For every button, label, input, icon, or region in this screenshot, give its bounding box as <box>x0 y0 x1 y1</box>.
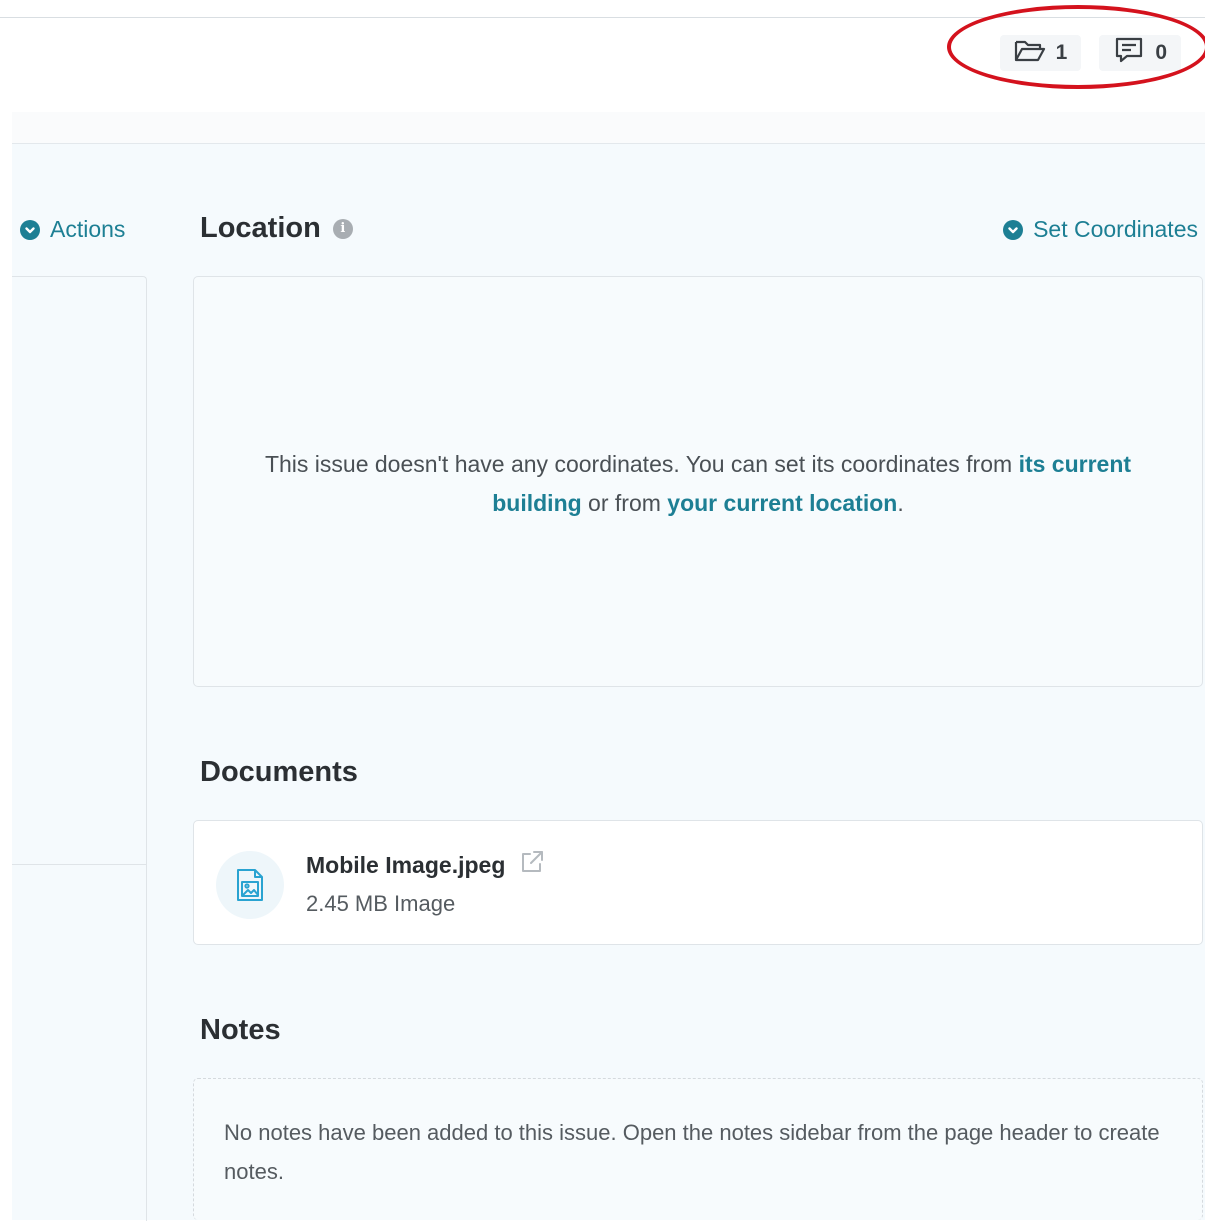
header-counters: 1 0 <box>999 35 1181 71</box>
set-coordinates-label: Set Coordinates <box>1033 216 1198 242</box>
documents-count: 1 <box>1055 41 1068 64</box>
documents-counter-button[interactable]: 1 <box>999 35 1082 71</box>
current-location-link[interactable]: your current location <box>667 490 897 516</box>
document-name[interactable]: Mobile Image.jpeg <box>306 852 505 879</box>
left-column: Actions <box>12 144 148 1221</box>
chevron-down-icon <box>1003 219 1024 240</box>
image-file-icon <box>216 851 284 919</box>
location-message-end: . <box>897 490 904 516</box>
left-panel <box>12 276 147 1221</box>
notes-count: 0 <box>1155 41 1167 64</box>
chevron-down-icon <box>20 219 40 240</box>
main-column: Location i Set Coordinates This issue do… <box>193 144 1203 1220</box>
folder-icon <box>1014 36 1046 70</box>
page-content: Actions Location i Set Coordinates This … <box>12 144 1205 1221</box>
location-title: Location <box>200 212 321 244</box>
set-coordinates-button[interactable]: Set Coordinates <box>1003 216 1198 243</box>
documents-heading: Documents <box>200 756 358 789</box>
document-name-row: Mobile Image.jpeg <box>306 849 545 881</box>
divider <box>12 864 147 865</box>
documents-title: Documents <box>200 756 358 788</box>
notes-empty-panel: No notes have been added to this issue. … <box>193 1078 1203 1220</box>
location-heading: Location i <box>200 212 353 245</box>
actions-button[interactable]: Actions <box>20 216 125 243</box>
document-item[interactable]: Mobile Image.jpeg 2.45 MB Image <box>193 820 1203 945</box>
notes-counter-button[interactable]: 0 <box>1099 35 1181 71</box>
location-empty-message: This issue doesn't have any coordinates.… <box>234 445 1162 523</box>
location-message-middle: or from <box>581 490 668 516</box>
document-meta: 2.45 MB Image <box>306 891 456 916</box>
info-icon[interactable]: i <box>332 218 353 239</box>
notes-empty-message: No notes have been added to this issue. … <box>224 1120 1160 1184</box>
external-link-icon[interactable] <box>519 849 545 881</box>
notes-heading: Notes <box>200 1014 281 1047</box>
actions-label: Actions <box>50 216 126 242</box>
location-message-start: This issue doesn't have any coordinates.… <box>264 451 1019 477</box>
comment-icon <box>1113 36 1145 70</box>
sub-header-bar <box>12 112 1205 144</box>
notes-title: Notes <box>200 1014 281 1046</box>
location-panel: This issue doesn't have any coordinates.… <box>193 276 1203 687</box>
